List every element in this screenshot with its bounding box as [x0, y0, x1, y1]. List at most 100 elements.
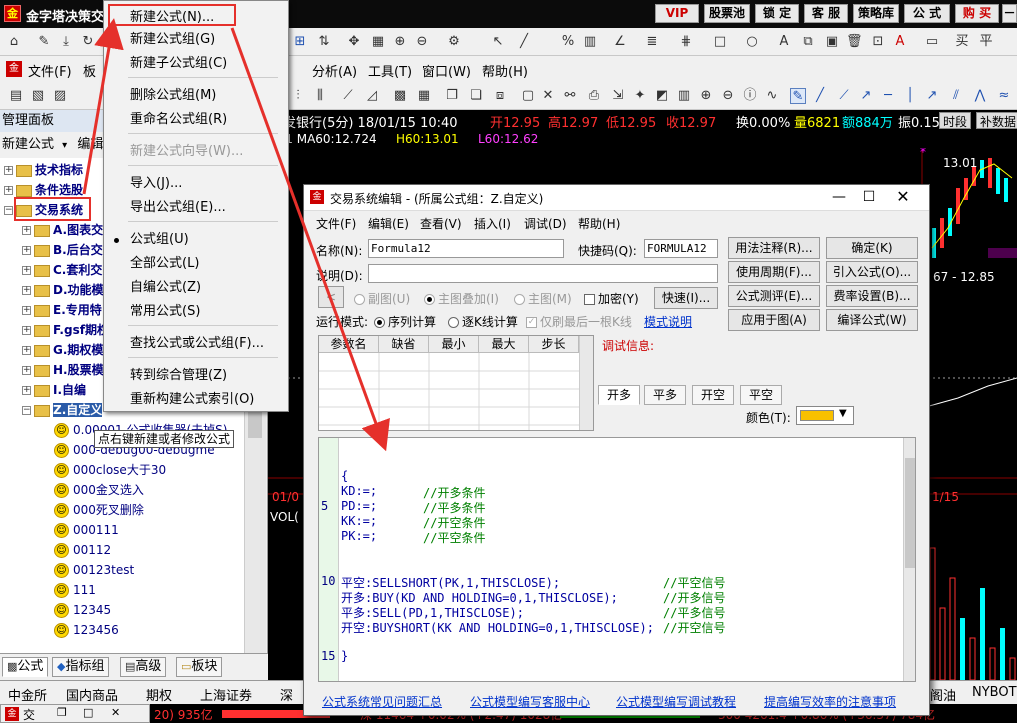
flat-icon[interactable]: 平	[978, 34, 994, 50]
refresh-icon[interactable]: ↻	[80, 34, 96, 50]
menu-item[interactable]: 导出公式组(E)...	[104, 197, 288, 219]
dlg-menu-file[interactable]: 文件(F)	[316, 215, 356, 232]
ok-button[interactable]: 确定(K)	[826, 237, 918, 259]
tab-close-short[interactable]: 平空	[740, 385, 782, 405]
expand-icon[interactable]: +	[22, 306, 31, 315]
open-icon[interactable]: ▧	[30, 88, 46, 104]
tab-indicator-group[interactable]: ◆指标组	[52, 657, 110, 677]
text-icon[interactable]: A	[776, 34, 792, 50]
collapse-button[interactable]: <	[318, 286, 344, 308]
binoculars-icon[interactable]: ⚯	[562, 88, 578, 104]
menu-item[interactable]: 转到综合管理(Z)	[104, 365, 288, 387]
layout-icon[interactable]: ▦	[370, 34, 386, 50]
formula-item[interactable]: ☺ 000111	[54, 520, 119, 540]
tab-sector[interactable]: ▭板块	[176, 657, 223, 677]
formula-item[interactable]: ☺ 111	[54, 580, 96, 600]
line-tool-icon[interactable]: ╱	[516, 34, 532, 50]
settings-icon[interactable]: ⚙	[446, 34, 462, 50]
menu-item[interactable]: 查找公式或公式组(F)...	[104, 333, 288, 355]
menu-item[interactable]: 重命名公式组(R)	[104, 109, 288, 131]
menu-help[interactable]: 帮助(H)	[482, 61, 528, 80]
lightbulb-icon[interactable]: ✦	[632, 88, 648, 104]
area-icon[interactable]: ◿	[364, 88, 380, 104]
market-oil[interactable]: 阁油	[930, 685, 956, 704]
tree-node[interactable]: + E.专用特	[22, 300, 102, 320]
dlg-menu-help[interactable]: 帮助(H)	[578, 215, 620, 232]
expand-icon[interactable]: +	[22, 246, 31, 255]
tab-close-long[interactable]: 平多	[644, 385, 686, 405]
menu-item[interactable]: 新建子公式组(C)	[104, 53, 288, 75]
segment-icon[interactable]: ╱	[812, 88, 828, 104]
chart-zoom-icon[interactable]: ⊞	[292, 34, 308, 50]
circle-icon[interactable]: ○	[744, 34, 760, 50]
fill-data-button[interactable]: 补数据	[976, 112, 1017, 129]
taskbar-max-icon[interactable]: □	[83, 706, 93, 719]
buy-sell-icon[interactable]: 买	[954, 34, 970, 50]
edit-label[interactable]: 编辑	[77, 137, 103, 152]
move-icon[interactable]: ✥	[346, 34, 362, 50]
dialog-minimize-button[interactable]: —	[824, 187, 854, 207]
color-picker[interactable]: ▼	[796, 406, 854, 425]
grid-scrollbar[interactable]	[579, 336, 593, 430]
dlg-menu-edit[interactable]: 编辑(E)	[368, 215, 409, 232]
market-shanghai[interactable]: 上海证券	[200, 685, 252, 704]
tab-advanced[interactable]: ▤高级	[120, 657, 167, 677]
expand-icon[interactable]: +	[22, 286, 31, 295]
buy-button[interactable]: 购 买	[955, 4, 999, 23]
zoom-in-icon[interactable]: ⊕	[392, 34, 408, 50]
tree-node[interactable]: + D.功能模	[22, 280, 104, 300]
menu-item[interactable]: 全部公式(L)	[104, 253, 288, 275]
hline-icon[interactable]: ─	[880, 88, 896, 104]
cursor-icon[interactable]: ↖	[490, 34, 506, 50]
vline-icon[interactable]: │	[902, 88, 918, 104]
dlg-menu-insert[interactable]: 插入(I)	[474, 215, 511, 232]
trend-icon[interactable]: ⟋	[340, 88, 356, 104]
encrypt-checkbox[interactable]: 加密(Y)	[584, 290, 639, 307]
tab-open-short[interactable]: 开空	[692, 385, 734, 405]
stock-pool-button[interactable]: 股票池	[704, 4, 750, 23]
menu-item[interactable]: 新建公式组(G)	[104, 29, 288, 51]
windows-icon[interactable]: ❏	[468, 88, 484, 104]
wave-icon[interactable]: ∿	[764, 88, 780, 104]
close-chart-icon[interactable]: ✕	[540, 88, 556, 104]
dialog-maximize-button[interactable]: ☐	[854, 187, 884, 207]
compile-button[interactable]: 编译公式(W)	[826, 309, 918, 331]
tree-node[interactable]: + C.套利交	[22, 260, 102, 280]
menu-item[interactable]: 自编公式(Z)	[104, 277, 288, 299]
wave-tool-icon[interactable]: ≈	[996, 88, 1012, 104]
period-button[interactable]: 使用周期(F)...	[728, 261, 820, 283]
menu-item[interactable]: 导入(J)...	[104, 173, 288, 195]
menu-tools[interactable]: 工具(T)	[368, 61, 412, 80]
table-icon[interactable]: ▦	[416, 88, 432, 104]
app-menu-icon[interactable]: 金	[6, 61, 22, 77]
radio-bar-calc[interactable]: 逐K线计算	[448, 313, 518, 330]
market-nybot[interactable]: NYBOT	[972, 685, 1017, 700]
print-icon[interactable]: ⎙	[586, 88, 602, 104]
menu-board[interactable]: 板	[83, 61, 96, 80]
tab-open-long[interactable]: 开多	[598, 385, 640, 405]
candles-icon[interactable]: ⫼	[312, 88, 328, 104]
percent-icon[interactable]: %	[560, 34, 576, 50]
taskbar-close-icon[interactable]: ✕	[111, 706, 120, 719]
formula-button[interactable]: 公 式	[904, 4, 950, 23]
link-support[interactable]: 公式模型编写客服中心	[470, 693, 590, 710]
desc-input[interactable]	[368, 264, 718, 283]
pencil-tool-icon[interactable]: ✎	[790, 88, 806, 104]
market-cffex[interactable]: 中金所	[8, 685, 47, 704]
tree-node[interactable]: + H.股票模	[22, 360, 104, 380]
bars-icon[interactable]: ⫶	[290, 88, 306, 104]
vip-button[interactable]: VIP	[655, 4, 699, 23]
ray-icon[interactable]: ⟋	[836, 88, 852, 104]
expand-icon[interactable]: +	[22, 326, 31, 335]
formula-test-button[interactable]: 公式测评(E)...	[728, 285, 820, 307]
code-editor[interactable]: {KD:=;//开多条件 5 PD:=;//平多条件 KK:=;//开空条件 PK:=;…	[318, 437, 916, 682]
tree-node[interactable]: + I.自编	[22, 380, 86, 400]
menu-item[interactable]: 删除公式组(M)	[104, 85, 288, 107]
tile-icon[interactable]: ⧈	[492, 88, 508, 104]
radio-sub-chart[interactable]: 副图(U)	[354, 290, 410, 307]
tree-node[interactable]: + A.图表交	[22, 220, 103, 240]
window-icon[interactable]: ❐	[444, 88, 460, 104]
rect-icon[interactable]: □	[712, 34, 728, 50]
formula-item[interactable]: ☺ 123456	[54, 620, 119, 640]
fee-settings-button[interactable]: 费率设置(B)...	[826, 285, 918, 307]
